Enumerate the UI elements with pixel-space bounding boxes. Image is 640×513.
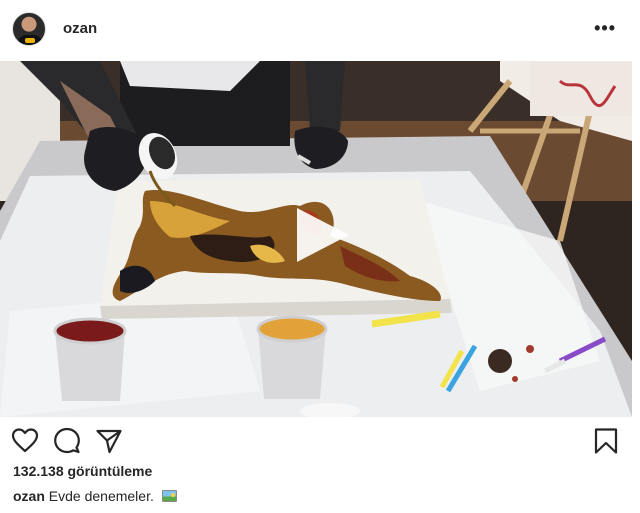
media-edge	[632, 61, 640, 417]
caption: ozan Evde denemeler.	[13, 488, 177, 504]
post-username[interactable]: ozan	[63, 20, 97, 37]
play-icon[interactable]	[287, 202, 353, 268]
bookmark-icon[interactable]	[592, 427, 620, 455]
heart-icon[interactable]	[11, 427, 39, 455]
share-icon[interactable]	[95, 427, 123, 455]
post-actions	[0, 417, 640, 465]
more-options-icon[interactable]: •••	[594, 19, 616, 37]
views-count[interactable]: 132.138 görüntüleme	[13, 463, 152, 479]
avatar-logo	[25, 38, 35, 43]
post-header: ozan •••	[0, 0, 640, 61]
avatar[interactable]	[12, 12, 46, 46]
caption-username[interactable]: ozan	[13, 488, 45, 504]
comment-icon[interactable]	[53, 427, 81, 455]
caption-text: Evde denemeler.	[48, 488, 154, 504]
framed-picture-emoji-icon	[161, 490, 177, 502]
